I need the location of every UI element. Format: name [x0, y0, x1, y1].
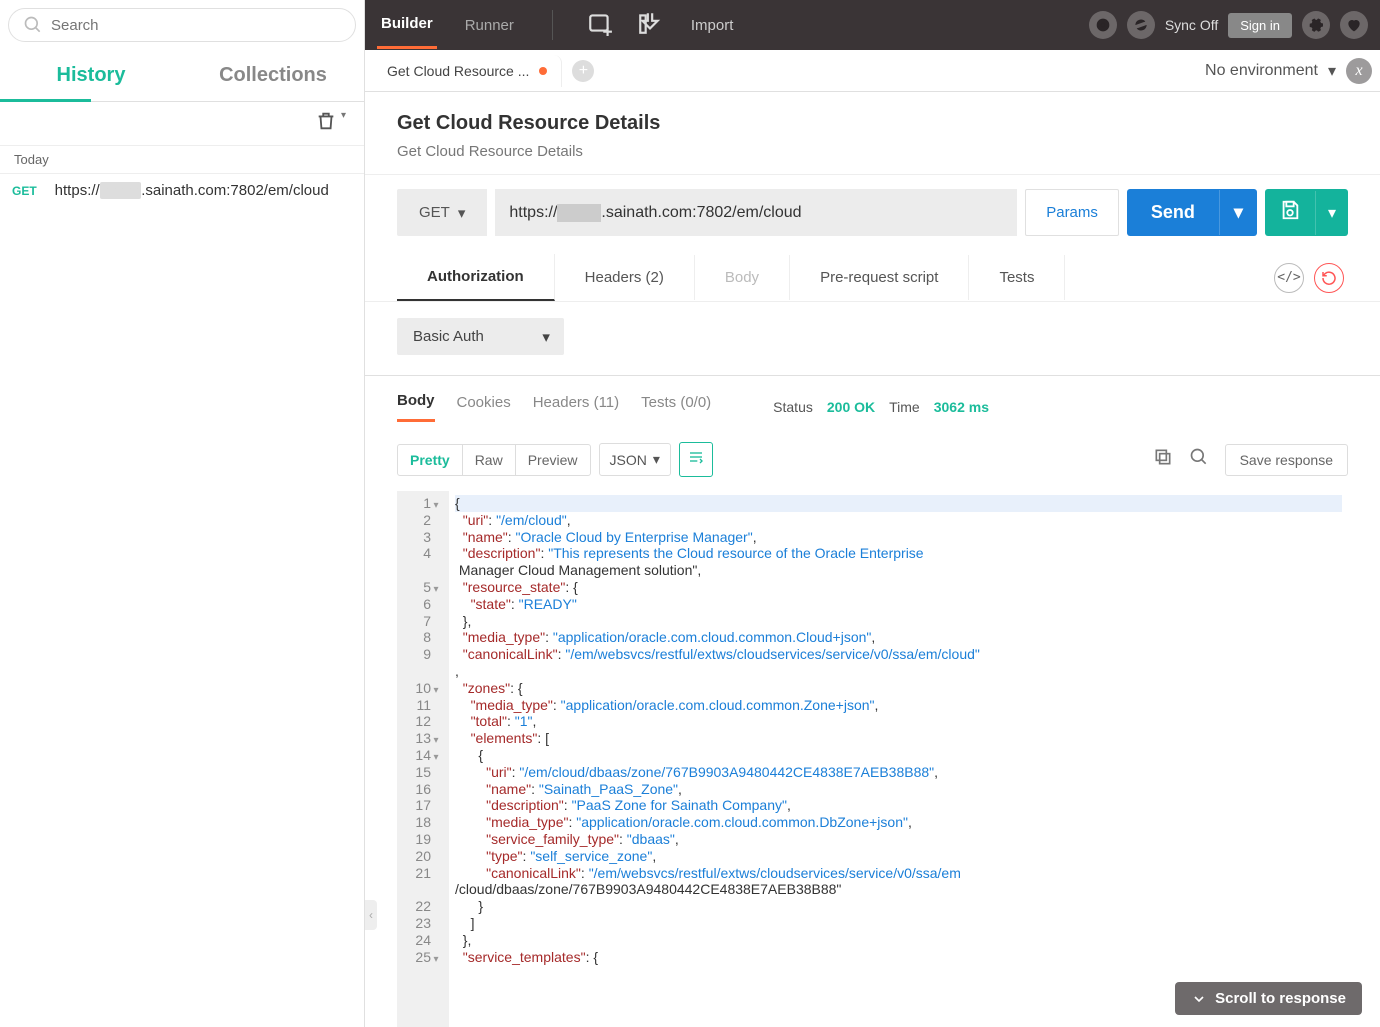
method-selector[interactable]: GET▾ — [397, 189, 487, 236]
sync-label: Sync Off — [1165, 17, 1218, 33]
copy-icon[interactable] — [1153, 447, 1173, 472]
add-tab-button[interactable]: + — [572, 60, 594, 82]
request-tab-label: Get Cloud Resource ... — [387, 63, 529, 79]
chevron-down-icon: ▾ — [458, 204, 466, 222]
time-value: 3062 ms — [934, 399, 989, 415]
settings-icon[interactable] — [1302, 11, 1330, 39]
history-url: https://xxxxx.sainath.com:7802/em/cloud — [55, 182, 329, 199]
request-title[interactable]: Get Cloud Resource Details — [397, 112, 1348, 135]
view-mode-segment: Pretty Raw Preview — [397, 444, 591, 476]
subtab-tests[interactable]: Tests — [969, 255, 1065, 300]
history-group-today: Today — [0, 146, 364, 174]
history-item[interactable]: GET https://xxxxx.sainath.com:7802/em/cl… — [0, 174, 364, 207]
history-method: GET — [12, 184, 37, 198]
response-body[interactable]: 1 ▾2 3 4 5 ▾6 7 8 9 10 ▾11 12 13 ▾14 ▾15… — [397, 491, 1348, 1027]
topbar: Builder Runner Import Sync Off Sign in — [365, 0, 1380, 50]
collapse-sidebar-handle[interactable]: ‹ — [365, 900, 377, 930]
wrap-toggle[interactable] — [679, 442, 713, 477]
params-button[interactable]: Params — [1025, 189, 1119, 236]
subtab-authorization[interactable]: Authorization — [397, 254, 555, 301]
heart-icon[interactable] — [1340, 11, 1368, 39]
subtab-prerequest[interactable]: Pre-request script — [790, 255, 969, 300]
chevron-down-icon[interactable]: ▾ — [341, 110, 346, 137]
trash-icon[interactable] — [315, 110, 337, 137]
send-button[interactable]: Send ▾ — [1127, 189, 1257, 236]
resp-tab-headers[interactable]: Headers (11) — [533, 394, 619, 421]
save-dropdown[interactable]: ▾ — [1315, 191, 1348, 235]
send-dropdown[interactable]: ▾ — [1219, 190, 1257, 235]
chevron-down-icon[interactable]: ▾ — [1328, 61, 1336, 81]
resp-tab-cookies[interactable]: Cookies — [457, 394, 511, 421]
new-window-icon[interactable] — [587, 10, 613, 41]
search-input[interactable] — [51, 17, 341, 34]
search-response-icon[interactable] — [1189, 447, 1209, 472]
subtab-body[interactable]: Body — [695, 255, 790, 300]
view-pretty[interactable]: Pretty — [398, 445, 463, 475]
save-response-button[interactable]: Save response — [1225, 444, 1348, 476]
search-icon — [23, 15, 43, 35]
url-input[interactable]: https://xxxxx.sainath.com:7802/em/cloud — [495, 189, 1017, 236]
sidebar: History Collections ▾ Today GET https://… — [0, 0, 365, 1027]
time-label: Time — [889, 399, 920, 415]
chevron-down-icon: ▾ — [653, 451, 660, 468]
main: Builder Runner Import Sync Off Sign in G… — [365, 0, 1380, 1027]
request-subtitle: Get Cloud Resource Details — [397, 143, 1348, 160]
status-label: Status — [773, 399, 813, 415]
unsaved-dot — [539, 67, 547, 75]
import-label[interactable]: Import — [691, 17, 734, 34]
status-value: 200 OK — [827, 399, 875, 415]
request-tab[interactable]: Get Cloud Resource ... — [373, 55, 562, 87]
environment-selector[interactable]: No environment — [1205, 62, 1318, 80]
resp-tab-tests[interactable]: Tests (0/0) — [641, 394, 711, 421]
save-button[interactable]: ▾ — [1265, 189, 1348, 236]
env-vars-button[interactable]: x — [1346, 58, 1372, 84]
mode-runner[interactable]: Runner — [461, 3, 518, 48]
auth-type-selector[interactable]: Basic Auth ▾ — [397, 318, 564, 355]
subtab-headers[interactable]: Headers (2) — [555, 255, 695, 300]
code-icon[interactable]: </> — [1274, 263, 1304, 293]
sync-icon[interactable] — [1127, 11, 1155, 39]
tab-collections[interactable]: Collections — [182, 50, 364, 101]
separator — [552, 10, 553, 40]
format-selector[interactable]: JSON▾ — [599, 443, 671, 476]
save-icon — [1265, 189, 1315, 236]
mode-builder[interactable]: Builder — [377, 1, 437, 49]
resp-tab-body[interactable]: Body — [397, 392, 435, 422]
view-preview[interactable]: Preview — [516, 445, 590, 475]
import-icon[interactable] — [637, 10, 663, 41]
scroll-to-response-button[interactable]: Scroll to response — [1175, 982, 1362, 1015]
tab-history[interactable]: History — [0, 50, 182, 101]
chevron-down-icon — [1191, 991, 1207, 1007]
signin-button[interactable]: Sign in — [1228, 13, 1292, 38]
chevron-down-icon: ▾ — [542, 328, 550, 346]
search-input-wrap[interactable] — [8, 8, 356, 42]
view-raw[interactable]: Raw — [463, 445, 516, 475]
request-tabs: Get Cloud Resource ... + No environment … — [365, 50, 1380, 92]
reset-icon[interactable] — [1314, 263, 1344, 293]
interceptor-icon[interactable] — [1089, 11, 1117, 39]
